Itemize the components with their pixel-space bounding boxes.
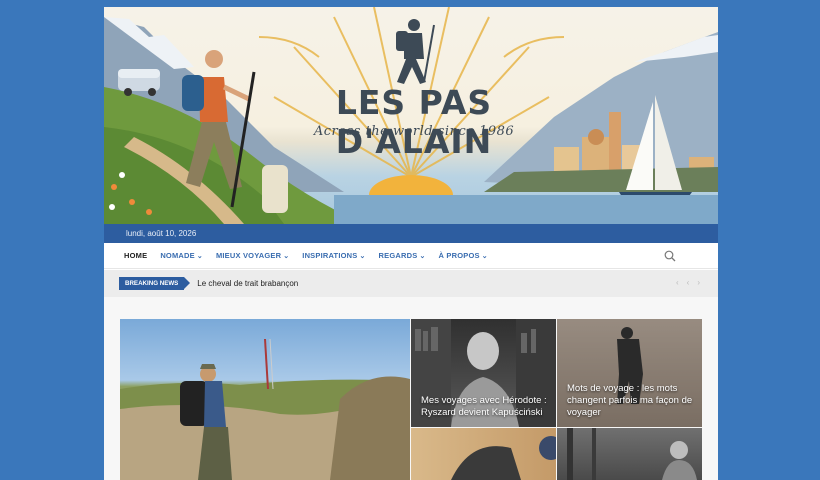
featured-post-5[interactable] [557,428,702,480]
ticker-pause-icon[interactable]: ‹ [687,278,690,287]
chevron-down-icon: ⌄ [359,253,366,260]
site-header-banner[interactable]: LES PAS D'ALAIN Across the world since 1… [104,7,718,224]
breaking-news-label: BREAKING NEWS [119,277,191,290]
ticker-prev-icon[interactable]: ‹ [676,278,679,287]
featured-post-4[interactable] [411,428,556,480]
nav-item-label: INSPIRATIONS [302,251,358,260]
nav-item-label: MIEUX VOYAGER [215,251,282,260]
chevron-down-icon: ⌄ [419,253,426,260]
ticker-controls: ‹ ‹ › [676,278,700,287]
featured-post-main[interactable] [120,319,410,480]
date-bar: lundi, août 10, 2026 [104,224,718,243]
page: LES PAS D'ALAIN Across the world since 1… [104,7,718,480]
nav-item-inspirations[interactable]: INSPIRATIONS ⌄ [302,251,365,260]
chevron-down-icon: ⌄ [196,253,203,260]
breaking-news-bar: BREAKING NEWS Le cheval de trait brabanç… [104,270,718,297]
nav-item-home[interactable]: HOME [124,251,147,260]
featured-post-herodote[interactable]: Mes voyages avec Hérodote : Ryszard devi… [411,319,556,427]
site-tagline: Across the world since 1986 [313,124,515,139]
ticker-next-icon[interactable]: › [697,278,700,287]
nav-item-label: REGARDS [378,251,418,260]
nav-item-regards[interactable]: REGARDS ⌄ [379,251,426,260]
breaking-news-headline[interactable]: Le cheval de trait brabançon [197,279,298,288]
site-title[interactable]: LES PAS D'ALAIN [254,83,574,161]
nav-item-label: NOMADE [160,251,195,260]
featured-posts-grid: Mes voyages avec Hérodote : Ryszard devi… [104,297,718,480]
post-thumbnail [451,436,556,480]
featured-post-mots-de-voyage[interactable]: Mots de voyage : les mots changent parfo… [557,319,702,427]
post-thumbnail [567,428,697,480]
hiker-photo [120,338,410,480]
post-title[interactable]: Mots de voyage : les mots changent parfo… [567,383,694,419]
nav-item-label: HOME [124,251,148,260]
chevron-down-icon: ⌄ [283,253,290,260]
nav-item-mieux-voyager[interactable]: MIEUX VOYAGER ⌄ [216,251,289,260]
current-date: lundi, août 10, 2026 [126,229,197,238]
search-icon[interactable] [664,250,676,262]
main-nav: HOME NOMADE ⌄ MIEUX VOYAGER ⌄ INSPIRATIONS… [104,243,718,269]
post-title[interactable]: Mes voyages avec Hérodote : Ryszard devi… [421,395,548,419]
nav-item-label: À PROPOS [438,251,480,260]
chevron-down-icon: ⌄ [481,253,488,260]
nav-item-nomade[interactable]: NOMADE ⌄ [160,251,203,260]
nav-item-a-propos[interactable]: À PROPOS ⌄ [439,251,488,260]
